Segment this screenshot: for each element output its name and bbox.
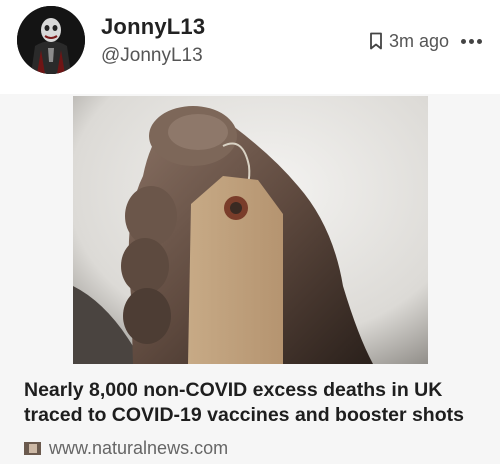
author-display-name[interactable]: JonnyL13: [101, 14, 205, 40]
link-domain[interactable]: www.naturalnews.com: [49, 438, 228, 459]
link-preview-source[interactable]: www.naturalnews.com: [24, 438, 228, 459]
link-preview-image[interactable]: [73, 96, 428, 364]
post-header: JonnyL13 @JonnyL13 3m ago: [0, 0, 500, 94]
post-card: JonnyL13 @JonnyL13 3m ago Nearly 8,000 n…: [0, 0, 500, 464]
bookmark-icon[interactable]: [369, 32, 383, 50]
timestamp: 3m ago: [388, 30, 449, 51]
post-meta: 3m ago: [369, 30, 482, 52]
author-handle[interactable]: @JonnyL13: [101, 45, 203, 67]
link-preview-headline[interactable]: Nearly 8,000 non-COVID excess deaths in …: [24, 378, 484, 428]
more-icon[interactable]: [461, 38, 482, 44]
site-favicon-icon: [24, 442, 41, 455]
avatar[interactable]: [17, 6, 85, 74]
